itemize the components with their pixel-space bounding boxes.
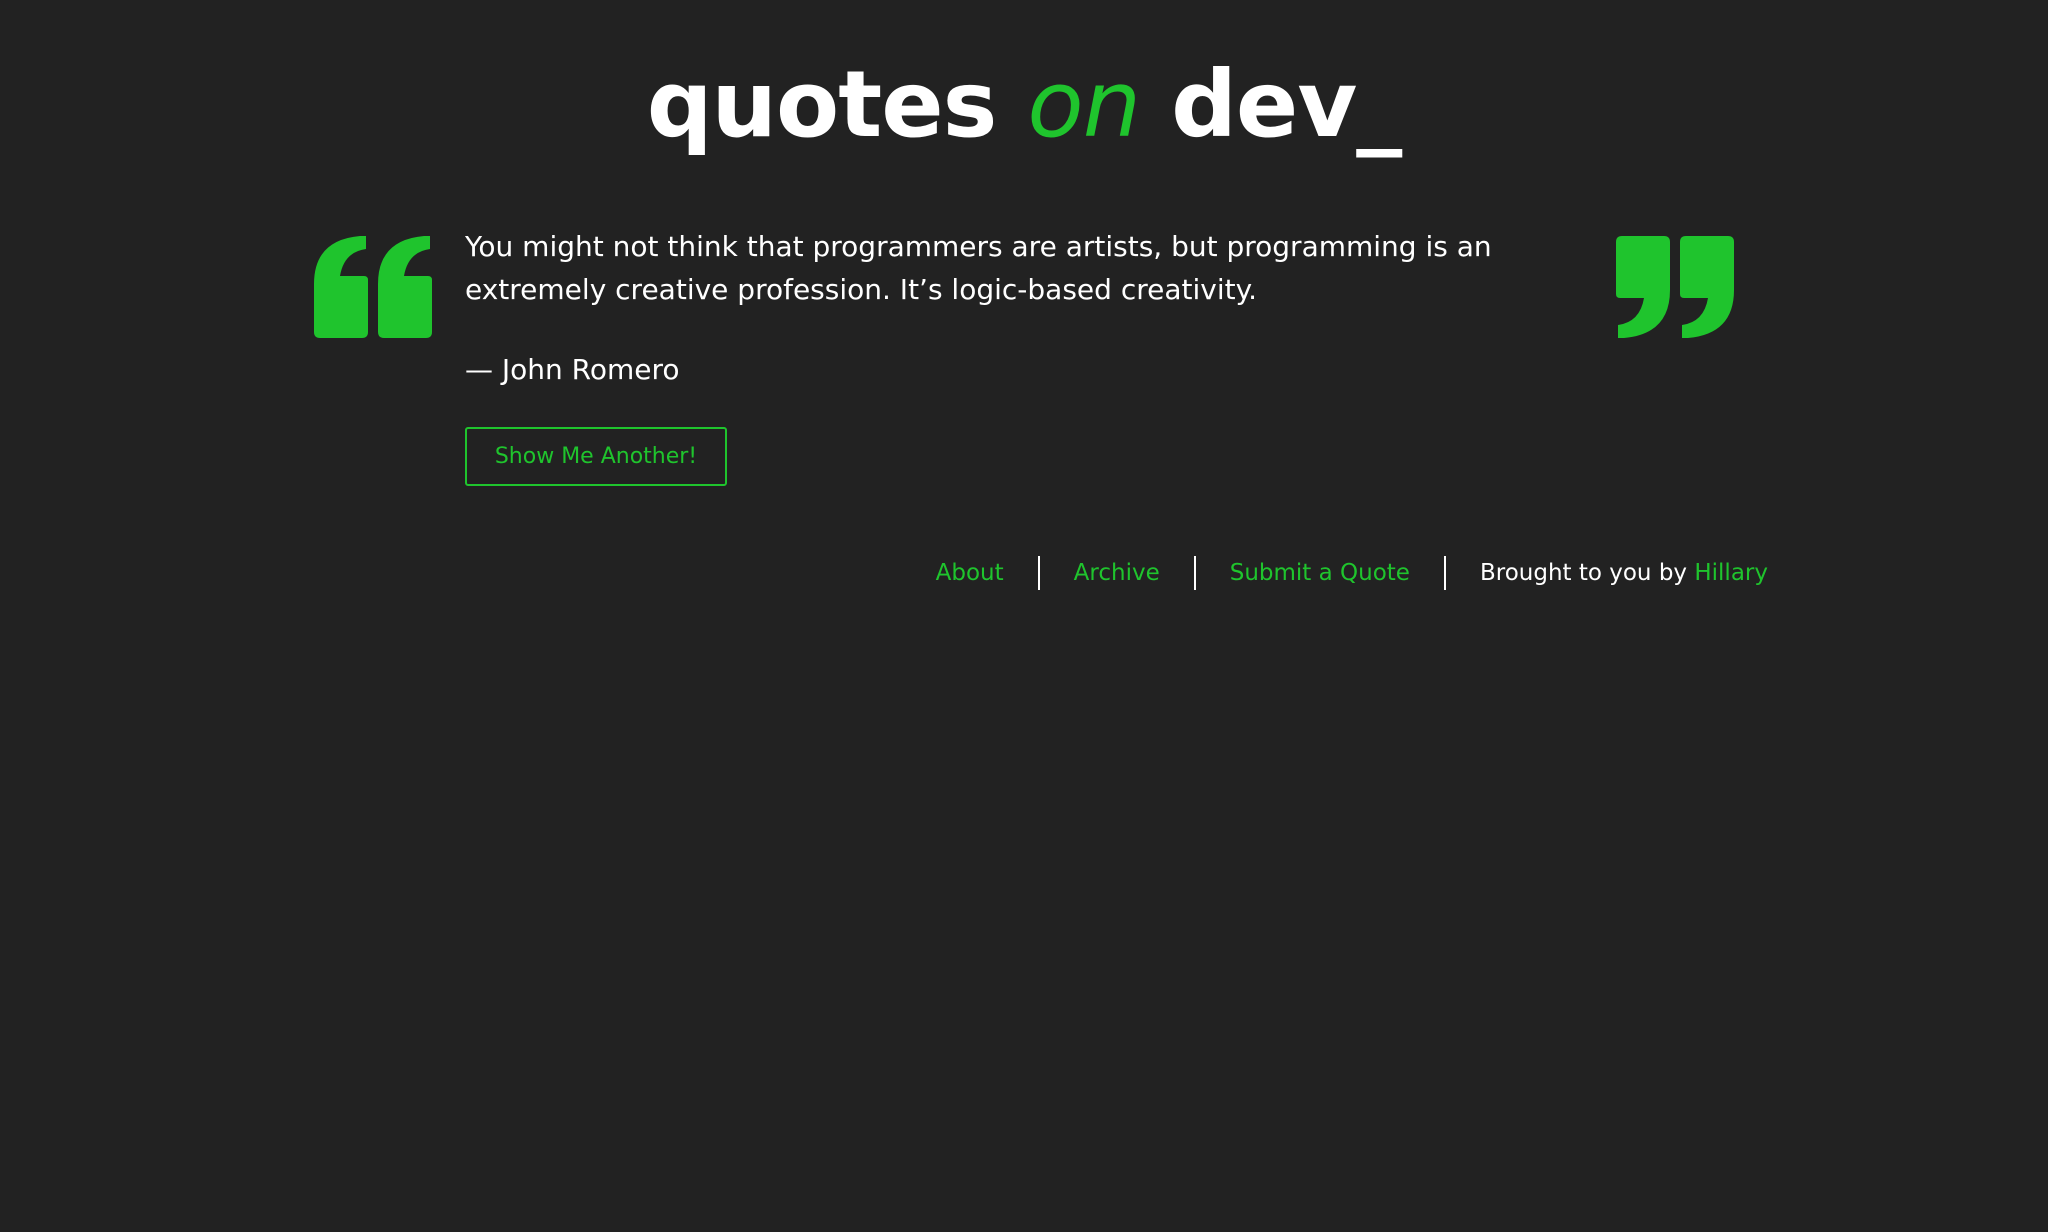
site-title-part2: on bbox=[1027, 51, 1141, 158]
quote-author: — John Romero bbox=[465, 353, 680, 386]
close-quote-icon bbox=[1616, 236, 1734, 338]
author-link[interactable]: Hillary bbox=[1694, 560, 1768, 586]
quote-text: You might not think that programmers are… bbox=[465, 230, 1492, 306]
archive-link[interactable]: Archive bbox=[1040, 554, 1194, 592]
open-quote-icon bbox=[314, 236, 432, 338]
site-title-part3: dev_ bbox=[1171, 51, 1402, 158]
about-link[interactable]: About bbox=[902, 554, 1038, 592]
credit-prefix: Brought to you by bbox=[1479, 560, 1688, 586]
footer-nav: About Archive Submit a Quote Brought to … bbox=[902, 554, 1768, 592]
show-another-button[interactable]: Show Me Another! bbox=[465, 427, 727, 486]
credit-text: Brought to you by Hillary bbox=[1446, 554, 1768, 592]
site-title[interactable]: quotes on dev_ bbox=[0, 52, 2048, 158]
page: quotes on dev_ You might not think that … bbox=[0, 0, 2048, 1232]
site-title-part1: quotes bbox=[646, 51, 998, 158]
submit-quote-link[interactable]: Submit a Quote bbox=[1196, 554, 1444, 592]
